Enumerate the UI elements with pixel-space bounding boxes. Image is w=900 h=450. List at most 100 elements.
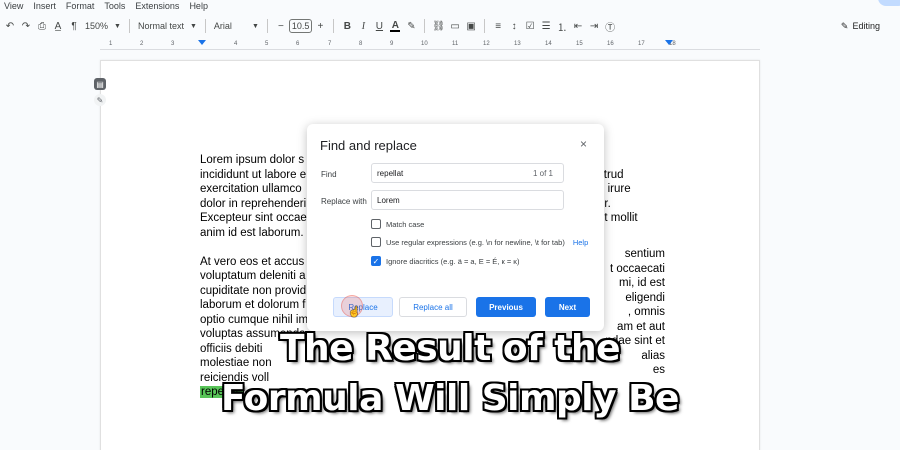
pencil-icon: ✎ (840, 20, 849, 31)
diacritics-checkbox[interactable]: ✓ (371, 256, 381, 266)
link-icon[interactable]: ⛓ (430, 16, 447, 36)
find-input[interactable]: repellat 1 of 1 (371, 163, 564, 183)
indent-marker[interactable] (198, 40, 206, 45)
ruler-tick: 14 (545, 41, 552, 47)
menu-extensions[interactable]: Extensions (135, 1, 179, 11)
replace-value: Lorem (377, 195, 400, 205)
redo-icon[interactable]: ↷ (18, 16, 34, 36)
match-count: 1 of 1 (532, 168, 553, 178)
ruler-tick: 5 (265, 41, 269, 47)
numbered-list-icon[interactable]: ⒈ (554, 16, 570, 36)
font-size-input[interactable]: 10.5 (288, 19, 313, 33)
replace-all-button[interactable]: Replace all (399, 297, 467, 317)
zoom-dropdown[interactable]: 150% ▼ (82, 21, 124, 31)
divider (266, 19, 268, 33)
mouse-pointer-icon: ☝ (348, 307, 361, 318)
previous-button[interactable]: Previous (476, 297, 536, 317)
find-value: repellat (377, 168, 404, 178)
next-button[interactable]: Next (545, 297, 590, 317)
increase-font-size-button[interactable]: + (312, 16, 328, 36)
ruler-tick: 3 (171, 41, 175, 47)
divider (333, 19, 335, 33)
menu-help[interactable]: Help (189, 1, 208, 11)
font-dropdown[interactable]: Arial ▼ (211, 21, 262, 31)
text-color-button[interactable]: A (387, 16, 403, 36)
ruler-tick: 4 (234, 41, 238, 47)
underline-button[interactable]: U (371, 16, 387, 36)
editing-label: Editing (852, 21, 880, 31)
checklist-icon[interactable]: ☑ (522, 16, 538, 36)
toolbar: ↶ ↷ ⎙ A̲ ¶ 150% ▼ Normal text ▼ Arial ▼ − 1… (0, 14, 900, 38)
ruler-tick: 1 (109, 41, 113, 47)
bulleted-list-icon[interactable]: ☰ (538, 16, 554, 36)
menu-insert[interactable]: Insert (33, 1, 56, 11)
zoom-value: 150% (85, 21, 109, 31)
ruler-tick: 17 (638, 41, 645, 47)
editing-mode-dropdown[interactable]: ✎ Editing (841, 14, 880, 38)
color-bar (390, 29, 401, 32)
print-icon[interactable]: ⎙ (34, 16, 50, 36)
menu-tools[interactable]: Tools (104, 1, 125, 11)
close-icon[interactable]: × (580, 137, 587, 151)
ruler-tick: 13 (514, 41, 521, 47)
divider (424, 19, 426, 33)
style-dropdown[interactable]: Normal text ▼ (135, 21, 200, 31)
increase-indent-icon[interactable]: ⇥ (586, 16, 602, 36)
regex-checkbox[interactable] (371, 237, 381, 247)
paragraph-1-right-fragments: r strud e irure ur. nt mollit (598, 154, 638, 224)
align-icon[interactable]: ≡ (490, 16, 506, 36)
image-icon[interactable]: ▣ (463, 16, 479, 36)
match-case-option[interactable]: Match case (371, 219, 424, 229)
ruler-tick: 15 (576, 41, 583, 47)
regex-option[interactable]: Use regular expressions (e.g. \n for new… (371, 237, 588, 247)
undo-icon[interactable]: ↶ (2, 16, 18, 36)
ruler-tick: 16 (607, 41, 614, 47)
dialog-title: Find and replace (320, 138, 417, 153)
find-label: Find (321, 170, 337, 179)
bold-button[interactable]: B (339, 16, 355, 36)
replace-label: Replace with (321, 197, 367, 206)
decrease-indent-icon[interactable]: ⇤ (570, 16, 586, 36)
ruler-tick: 2 (140, 41, 144, 47)
menu-format[interactable]: Format (66, 1, 95, 11)
edit-icon[interactable]: ✎ (94, 94, 106, 106)
match-case-label: Match case (386, 219, 425, 229)
comment-icon[interactable]: ▭ (447, 16, 463, 36)
ruler-tick: 7 (328, 41, 332, 47)
chevron-down-icon: ▼ (251, 22, 259, 30)
italic-button[interactable]: I (355, 16, 371, 36)
menu-view[interactable]: View (4, 1, 23, 11)
ruler[interactable]: 1 2 3 4 5 6 7 8 9 10 11 12 13 14 15 16 1… (100, 40, 760, 50)
page-side-controls: ▤ ✎ (94, 78, 106, 106)
match-case-checkbox[interactable] (371, 219, 381, 229)
help-link[interactable]: Help (573, 238, 588, 247)
font-value: Arial (213, 21, 232, 31)
divider (204, 19, 206, 33)
spellcheck-icon[interactable]: A̲ (50, 16, 66, 36)
highlight-icon[interactable]: ✎ (403, 16, 419, 36)
ruler-tick: 12 (483, 41, 490, 47)
outline-icon[interactable]: ▤ (94, 78, 106, 90)
decrease-font-size-button[interactable]: − (273, 16, 289, 36)
paint-format-icon[interactable]: ¶ (66, 16, 82, 36)
find-replace-dialog: Find and replace × Find repellat 1 of 1 … (307, 124, 604, 331)
line-spacing-icon[interactable]: ↕ (506, 16, 522, 36)
divider (484, 19, 486, 33)
clear-formatting-icon[interactable]: Ⓣ (602, 16, 618, 36)
ruler-tick: 11 (452, 41, 459, 47)
regex-label: Use regular expressions (e.g. \n for new… (386, 237, 565, 247)
ruler-tick: 6 (296, 41, 300, 47)
chevron-down-icon: ▼ (189, 22, 197, 30)
caption-line-2: Formula Will Simply Be (221, 378, 679, 419)
style-value: Normal text (137, 21, 184, 31)
ruler-tick: 8 (359, 41, 363, 47)
menu-bar: View Insert Format Tools Extensions Help (0, 0, 900, 12)
diacritics-option[interactable]: ✓ Ignore diacritics (e.g. ä = a, E = É, … (371, 256, 520, 266)
replace-input[interactable]: Lorem (371, 190, 564, 210)
diacritics-label: Ignore diacritics (e.g. ä = a, E = É, к … (386, 256, 520, 266)
caption-line-1: The Result of the (279, 328, 621, 369)
ruler-tick: 10 (421, 41, 428, 47)
text-color-icon: A (391, 19, 400, 31)
right-indent-marker[interactable] (665, 40, 673, 45)
divider (128, 19, 130, 33)
